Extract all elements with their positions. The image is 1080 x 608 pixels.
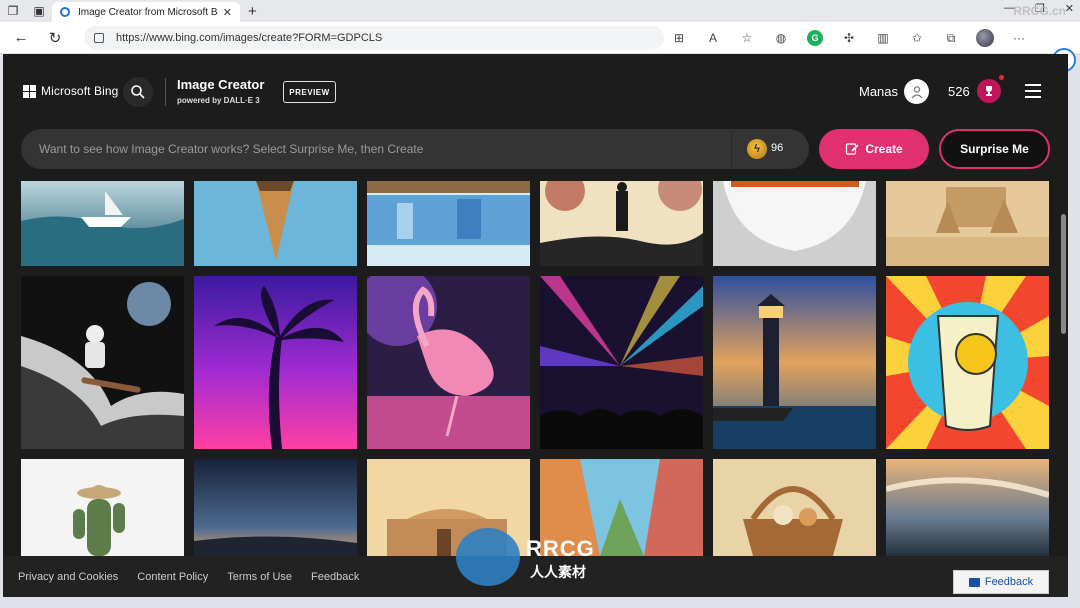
person-icon: [911, 85, 922, 98]
brand-name[interactable]: Microsoft Bing: [41, 84, 118, 98]
browser-toolbar: ← ↻ https://www.bing.com/images/create?F…: [0, 22, 1080, 72]
create-label: Create: [865, 142, 903, 156]
gallery-image-palm-tree[interactable]: [194, 276, 357, 449]
gallery-image-lemonade[interactable]: [886, 276, 1049, 449]
grammarly-icon: G: [807, 30, 823, 46]
browser-tab[interactable]: Image Creator from Microsoft Bi ✕: [52, 2, 240, 22]
boost-bolt-icon[interactable]: ϟ: [747, 139, 767, 159]
app-header: Microsoft Bing Image Creator powered by …: [3, 54, 1068, 130]
split-screen-icon[interactable]: ▥: [872, 27, 894, 49]
gallery-image-concert[interactable]: [540, 276, 703, 449]
workspaces-icon[interactable]: ❐: [0, 0, 26, 22]
feedback-button[interactable]: Feedback: [953, 570, 1049, 594]
gallery-image-colorful-street[interactable]: [540, 459, 703, 556]
page-title: Image Creator: [177, 77, 265, 92]
tab-title: Image Creator from Microsoft Bi: [78, 6, 217, 18]
gallery-image-bowl[interactable]: [713, 181, 876, 266]
extensions-icon[interactable]: ✣: [838, 27, 860, 49]
prompt-bar: ϟ 96: [21, 129, 809, 169]
gallery-scrollbar[interactable]: [1061, 214, 1066, 334]
new-tab-icon[interactable]: +: [248, 3, 257, 20]
close-window-icon[interactable]: ✕: [1065, 2, 1074, 15]
gallery-image-lighthouse[interactable]: [713, 276, 876, 449]
green-extension-icon[interactable]: G: [804, 27, 826, 49]
gallery-image-reflection[interactable]: [367, 181, 530, 266]
extensions-toolbar: ◍ G ✣ ▥ ✩ ⧉ ···: [770, 22, 1042, 54]
lock-icon: [94, 33, 104, 43]
favorite-star-icon[interactable]: ☆: [736, 27, 758, 49]
favorites-icon[interactable]: ✩: [906, 27, 928, 49]
gallery-image-ice-cream[interactable]: [194, 181, 357, 266]
footer: Privacy and Cookies Content Policy Terms…: [3, 556, 1068, 597]
feedback-icon: [968, 577, 980, 587]
microsoft-logo-icon: [23, 85, 36, 98]
close-tab-icon[interactable]: ✕: [223, 6, 232, 19]
back-icon[interactable]: ←: [4, 22, 38, 54]
address-bar-actions: ⊞ A ☆: [668, 22, 770, 54]
tab-actions-icon[interactable]: ▣: [26, 0, 52, 22]
url-text: https://www.bing.com/images/create?FORM=…: [116, 32, 383, 44]
globe-extension-icon[interactable]: ◍: [770, 27, 792, 49]
gallery-image-sunset-sea[interactable]: [886, 459, 1049, 556]
read-aloud-icon[interactable]: A: [702, 27, 724, 49]
gallery-image-astronaut-surfing[interactable]: [21, 276, 184, 449]
hamburger-menu-icon[interactable]: [1025, 84, 1041, 98]
reward-points[interactable]: 526: [948, 84, 970, 99]
refresh-icon[interactable]: ↻: [38, 22, 72, 54]
profile-avatar: [976, 29, 994, 47]
gallery-image-picnic-basket[interactable]: [713, 459, 876, 556]
page-subtitle: powered by DALL·E 3: [177, 96, 260, 105]
bing-favicon-icon: [60, 7, 70, 17]
preview-badge: PREVIEW: [283, 81, 336, 103]
image-creator-app: Microsoft Bing Image Creator powered by …: [3, 54, 1068, 597]
create-brush-icon: [846, 143, 859, 155]
corner-watermark: RRCG.cn: [1013, 4, 1066, 18]
prompt-divider: [731, 131, 732, 167]
search-icon: [131, 85, 145, 99]
notification-dot: [999, 75, 1004, 80]
gallery-image-paper-boat[interactable]: [21, 181, 184, 266]
address-bar[interactable]: https://www.bing.com/images/create?FORM=…: [84, 26, 664, 50]
create-button[interactable]: Create: [819, 129, 929, 169]
profile-icon[interactable]: [974, 27, 996, 49]
app-available-icon[interactable]: ⊞: [668, 27, 690, 49]
collections-icon[interactable]: ⧉: [940, 27, 962, 49]
user-avatar[interactable]: [904, 79, 929, 104]
gallery-image-cactus[interactable]: [21, 459, 184, 556]
feedback-link[interactable]: Feedback: [311, 571, 359, 583]
content-policy-link[interactable]: Content Policy: [137, 571, 208, 583]
browser-tab-bar: ❐ ▣ Image Creator from Microsoft Bi ✕ + …: [0, 0, 1080, 22]
privacy-link[interactable]: Privacy and Cookies: [18, 571, 118, 583]
more-options-icon[interactable]: ···: [1008, 27, 1030, 49]
header-divider: [165, 78, 166, 106]
image-gallery: [21, 181, 1051, 556]
prompt-input[interactable]: [39, 129, 729, 169]
gallery-image-flamingo[interactable]: [367, 276, 530, 449]
gallery-image-adobe-house[interactable]: [367, 459, 530, 556]
boost-count: 96: [771, 142, 784, 154]
rewards-trophy-icon[interactable]: [977, 79, 1001, 103]
feedback-label: Feedback: [984, 576, 1034, 588]
gallery-image-night-sky[interactable]: [194, 459, 357, 556]
gallery-image-sandcastle[interactable]: [886, 181, 1049, 266]
search-button[interactable]: [123, 77, 153, 107]
gallery-image-silhouette[interactable]: [540, 181, 703, 266]
surprise-me-button[interactable]: Surprise Me: [939, 129, 1050, 169]
terms-link[interactable]: Terms of Use: [227, 571, 292, 583]
user-name[interactable]: Manas: [859, 84, 898, 99]
